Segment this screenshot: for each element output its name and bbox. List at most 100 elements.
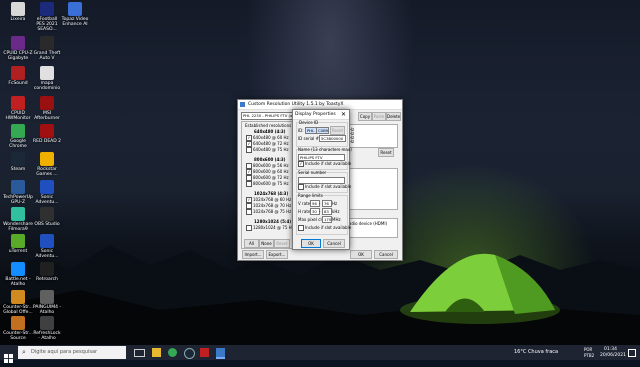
include-range-checkbox[interactable]: Include if slot available	[298, 225, 351, 231]
chrome-taskbar-icon[interactable]	[168, 348, 177, 357]
checkbox-icon	[246, 209, 252, 215]
extension-reset-button[interactable]: Reset	[378, 148, 394, 157]
rdr2-icon	[40, 124, 54, 138]
desktop-icon-label: Retroarch	[36, 277, 58, 282]
include-serial-checkbox[interactable]: Include if slot available	[298, 184, 351, 190]
import-button[interactable]: Import...	[242, 250, 264, 259]
cru-ok-button[interactable]: OK	[350, 250, 372, 259]
desktop-icon-label: MSI Afterburner	[34, 111, 60, 121]
cru-cancel-button[interactable]: Cancel	[374, 250, 398, 259]
include-range-check-icon	[298, 225, 304, 231]
file-explorer-icon[interactable]	[152, 348, 161, 357]
include-name-checkbox[interactable]: ✓ Include if slot available	[298, 161, 351, 167]
extension-list[interactable]: Hz Hz Hz Hz	[346, 124, 398, 148]
desktop-icon-label: uTorrent	[8, 249, 28, 254]
ok-button[interactable]: OK	[301, 239, 321, 248]
delete-button[interactable]: Delete	[386, 112, 401, 121]
extension-blocks-list[interactable]: adio device (HDMI)	[346, 218, 398, 238]
amd-taskbar-icon[interactable]	[200, 348, 209, 357]
lang2-text[interactable]: PTB2	[584, 353, 594, 358]
retroarch-icon	[40, 262, 54, 276]
rockstar-icon	[40, 152, 54, 166]
checkbox-icon	[246, 225, 252, 231]
resolution-label: 800x600 @ 72 Hz	[253, 175, 289, 180]
tent-image	[400, 253, 560, 324]
steam-taskbar-icon[interactable]	[184, 348, 195, 359]
resolution-label: 640x480 @ 72 Hz	[253, 141, 289, 146]
desktop-icon[interactable]: Lixeira	[3, 2, 33, 38]
clock-date[interactable]: 20/06/2021	[600, 353, 626, 358]
cru-title: Custom Resolution Utility 1.5.1 by Toast…	[248, 102, 344, 107]
checkbox-icon	[246, 181, 252, 187]
desktop-icon-label: Counter-Str... Source	[3, 331, 33, 341]
gta-icon	[40, 36, 54, 50]
desktop-icon-label: Lixeira	[10, 17, 26, 22]
weather-text[interactable]: 16°C Chuva fraca	[514, 349, 558, 355]
refreshlock-icon	[40, 316, 54, 330]
paste-button[interactable]: Paste	[372, 112, 386, 121]
copy-button[interactable]: Copy	[358, 112, 372, 121]
serial-label: Serial number	[298, 170, 327, 175]
lang-text[interactable]: POR	[584, 347, 592, 352]
resolution-label: 800x600 @ 60 Hz	[253, 169, 289, 174]
cpuz-icon	[11, 36, 25, 50]
chrome-icon	[11, 124, 25, 138]
fcsound-icon	[11, 66, 25, 80]
gpuz-icon	[11, 180, 25, 194]
resolution-group-title: 800x600 (4:3)	[254, 157, 286, 162]
utorrent-icon	[11, 234, 25, 248]
desktop-icon-label: RefreshLock - Atalho	[33, 331, 61, 341]
clock-time[interactable]: 01:34	[604, 347, 617, 352]
afterburner-icon	[40, 96, 54, 110]
resolution-label: 1024x768 @ 70 Hz	[253, 203, 292, 208]
desktop-icon-label: Topaz Video Enhance AI	[61, 17, 89, 27]
resolution-checkbox[interactable]: 1024x768 @ 75 Hz	[246, 209, 291, 215]
serial-id-field[interactable]: 5C3B00000	[319, 135, 346, 142]
desktop-icon-label: Rockstar Games ...	[36, 167, 58, 177]
desktop-icon-label: PAINGUIM4 - Atalho	[32, 305, 62, 315]
resolution-label: 800x600 @ 75 Hz	[253, 181, 289, 186]
name-field[interactable]: PHILIPS FTV	[298, 154, 345, 161]
search-box[interactable]: ⌕ Digite aqui para pesquisar	[18, 346, 126, 359]
desktop-icon-label: Wondershare Filmora9	[3, 222, 33, 232]
desktop-icon-label: Sonic Adventu...	[35, 195, 59, 205]
export-button[interactable]: Export...	[266, 250, 288, 259]
desktop-icon[interactable]: Topaz Video Enhance AI	[60, 2, 90, 38]
cancel-button[interactable]: Cancel	[323, 239, 345, 248]
notification-icon[interactable]	[628, 349, 636, 357]
device-id-label: Device ID	[299, 120, 319, 125]
id-product-field[interactable]: C0B9	[316, 127, 329, 134]
none-button[interactable]: None	[259, 239, 274, 248]
resolution-label: 640x480 @ 75 Hz	[253, 147, 289, 152]
desktop-icon-label: Google Chrome	[9, 139, 27, 149]
vrate-dash: -	[319, 201, 321, 206]
established-title: Established resolutions	[245, 123, 292, 128]
cru-taskbar-icon[interactable]	[216, 348, 225, 359]
pixel-clock-field[interactable]: 170	[322, 216, 332, 223]
resolution-checkbox[interactable]: 640x480 @ 75 Hz	[246, 147, 289, 153]
resolution-checkbox[interactable]: 800x600 @ 75 Hz	[246, 181, 289, 187]
all-button[interactable]: All	[244, 239, 259, 248]
desktop-icon[interactable]: eFootball PES 2021 SEASO...	[32, 2, 62, 38]
start-button[interactable]	[4, 348, 14, 363]
hrate-max-field[interactable]: 83	[322, 208, 332, 215]
desktop-icon-label: CPUID HWMonitor	[5, 111, 31, 121]
pixel-clock-unit: MHz	[332, 217, 341, 222]
desktop-icon-label: eFootball PES 2021 SEASO...	[36, 17, 58, 32]
reset-button[interactable]: Reset	[274, 239, 290, 248]
extension-block-text: adio device (HDMI)	[349, 221, 388, 226]
established-panel: Established resolutions 640x480 (4:3) ✓ 64…	[241, 121, 295, 249]
id-reset-button[interactable]: Reset	[330, 126, 345, 135]
resolution-checkbox[interactable]: 1280x1024 @ 75 Hz	[246, 225, 294, 231]
hwmonitor-icon	[11, 96, 25, 110]
painguim-icon	[40, 290, 54, 304]
include-serial-check-icon	[298, 184, 304, 190]
display-props-title: Display Properties	[295, 112, 336, 117]
serial-field[interactable]	[298, 177, 345, 184]
sonic-icon	[40, 180, 54, 194]
detailed-list[interactable]	[346, 168, 398, 210]
vrate-max-field[interactable]: 76	[322, 200, 332, 207]
desktop-icon-label: Steam	[10, 167, 26, 172]
close-icon[interactable]: ✕	[341, 111, 346, 118]
task-view-icon[interactable]	[134, 349, 145, 357]
